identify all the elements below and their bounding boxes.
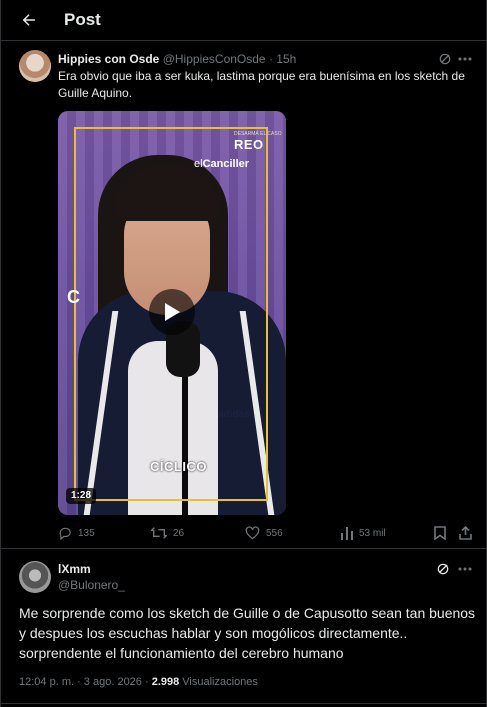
reply-icon (59, 527, 71, 540)
brand-text: REO (234, 137, 264, 152)
play-icon (165, 303, 180, 321)
bar-chart-icon (341, 526, 353, 540)
author-handle[interactable]: @Bulonero_ (58, 578, 125, 592)
share-button[interactable] (457, 525, 473, 541)
repost-icon (151, 527, 167, 539)
more-options-icon[interactable] (456, 51, 474, 67)
tweet-timestamp[interactable]: 12:04 p. m. · 3 ago. 2026 · (19, 676, 149, 688)
divider (1, 40, 487, 41)
tweet-text: Me sorprende como los sketch de Guille o… (19, 605, 476, 661)
views-label: Visualizaciones (182, 676, 258, 688)
grok-icon[interactable] (435, 561, 451, 577)
author-name[interactable]: Hippies con Osde (58, 52, 159, 66)
video-player[interactable]: adidas DESARMÁ EL CASO REO elCanciller C … (58, 111, 286, 515)
repost-button[interactable]: 26 (151, 525, 184, 541)
video-brand-logo: DESARMÁ EL CASO REO (234, 131, 282, 152)
avatar[interactable] (19, 50, 51, 82)
canciller-prefix: el (194, 158, 203, 170)
grok-icon[interactable] (437, 51, 453, 67)
author-handle[interactable]: @HippiesConOsde (163, 52, 266, 66)
bookmark-button[interactable] (432, 525, 448, 541)
avatar[interactable] (19, 561, 51, 593)
like-count: 556 (266, 527, 283, 539)
heart-icon (245, 526, 260, 540)
back-button[interactable] (17, 8, 41, 32)
page-title: Post (64, 10, 101, 29)
canciller-text: Canciller (202, 158, 250, 170)
like-button[interactable]: 556 (245, 525, 283, 541)
reply-button[interactable]: 135 (58, 525, 95, 541)
arrow-left-icon (22, 14, 35, 26)
video-duration: 1:28 (66, 488, 97, 504)
video-c-logo: C (67, 287, 80, 307)
views-count: 2.998 (151, 676, 180, 688)
tweet-text: Era obvio que iba a ser kuka, lastima po… (58, 69, 465, 100)
video-canciller-logo: elCanciller (194, 158, 249, 170)
divider (1, 703, 487, 704)
play-button[interactable] (149, 289, 195, 335)
post-page: Post Hippies con Osde @HippiesConOsde · … (0, 0, 487, 707)
more-options-icon[interactable] (456, 561, 474, 577)
repost-count: 26 (173, 527, 185, 539)
author-name[interactable]: lXmm (58, 562, 91, 576)
views-button[interactable]: 53 mil (341, 525, 386, 541)
reply-count: 135 (78, 527, 95, 539)
tweet-time[interactable]: · 15h (269, 52, 296, 66)
divider (1, 548, 487, 549)
bookmark-icon (434, 526, 446, 540)
tweet-author: Hippies con Osde @HippiesConOsde · 15h (58, 52, 296, 66)
share-icon (458, 526, 472, 540)
video-ciclico-logo: CÍCLICO (150, 459, 207, 474)
views-count: 53 mil (359, 527, 386, 539)
tweet-meta: 12:04 p. m. · 3 ago. 2026 · 2.998 Visual… (19, 676, 258, 688)
top-bar: Post (1, 0, 487, 40)
